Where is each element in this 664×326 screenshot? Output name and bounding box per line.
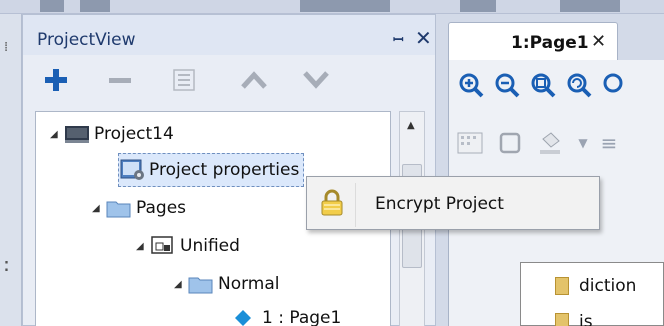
menu-item-encrypt-project[interactable]: Encrypt Project	[309, 179, 597, 227]
tree-item-label: Normal	[218, 274, 280, 294]
tree-item-label: 1 : Page1	[262, 308, 342, 326]
close-icon[interactable]: ✕	[591, 31, 606, 52]
list-item[interactable]: diction	[555, 273, 636, 299]
computer-icon	[64, 122, 94, 146]
tree-item-page1[interactable]: 1 : Page1	[232, 300, 341, 326]
toolbar-fragment	[40, 0, 64, 12]
rename-button[interactable]	[167, 63, 201, 97]
fill-color-icon[interactable]	[536, 130, 564, 156]
expand-triangle-icon[interactable]: ◢	[50, 129, 64, 140]
tab-label: 1:Page1	[511, 33, 589, 53]
pin-icon[interactable]: ꟷ	[393, 30, 404, 48]
grid-icon[interactable]	[456, 130, 484, 156]
expand-triangle-icon[interactable]: ◢	[136, 241, 150, 252]
plus-icon	[43, 67, 69, 93]
tree-item-unified[interactable]: ◢ Unified	[136, 228, 240, 264]
dropdown-arrow-icon[interactable]: ▼	[576, 130, 590, 156]
pane-header: ProjectView ꟷ ✕	[23, 15, 435, 55]
zoom-fit-icon[interactable]	[528, 70, 558, 100]
file-label: js	[579, 312, 593, 326]
list-item[interactable]: js	[555, 309, 593, 326]
toolbar-fragment	[80, 0, 110, 12]
context-menu: Encrypt Project	[306, 176, 600, 230]
tree-item-project-properties[interactable]: Project properties	[118, 153, 305, 187]
tree-item-label: Project14	[94, 124, 174, 144]
page-icon	[232, 306, 262, 326]
expand-triangle-icon[interactable]: ◢	[174, 279, 188, 290]
lock-icon	[319, 189, 345, 217]
rename-icon	[171, 67, 197, 93]
minus-icon	[107, 67, 133, 93]
expand-triangle-icon[interactable]: ◢	[92, 203, 106, 214]
chevron-up-icon	[240, 69, 268, 91]
scroll-up-icon[interactable]: ▲	[407, 120, 415, 131]
tree-item-label: Project properties	[149, 160, 300, 180]
folder-icon	[555, 313, 569, 326]
close-icon[interactable]: ✕	[415, 26, 432, 50]
toolbar-fragment	[300, 0, 390, 12]
drawing-toolbar: ▼ ≡	[456, 128, 618, 158]
toolbar-fragment	[460, 0, 496, 12]
folder-icon	[555, 277, 569, 295]
zoom-out-icon[interactable]	[492, 70, 522, 100]
move-down-button[interactable]	[299, 63, 333, 97]
zoom-refresh-icon[interactable]	[564, 70, 594, 100]
project-view-pane: ProjectView ꟷ ✕ ◢ Project14 Project prop…	[22, 14, 436, 326]
menu-item-label: Encrypt Project	[375, 194, 504, 214]
pane-title: ProjectView	[37, 30, 136, 50]
move-up-button[interactable]	[237, 63, 271, 97]
left-dock-strip[interactable]: ⁞ ⁚	[0, 14, 22, 326]
tree-item-pages[interactable]: ◢ Pages	[92, 190, 186, 226]
tab-page1[interactable]: 1:Page1 ✕	[448, 22, 618, 60]
dock-grip-icon[interactable]: ⁚	[4, 260, 9, 275]
menu-separator	[355, 183, 356, 227]
tree-item-project[interactable]: ◢ Project14	[50, 116, 174, 152]
folder-icon	[106, 196, 136, 220]
add-button[interactable]	[39, 63, 73, 97]
window-top-strip	[0, 0, 664, 14]
toolbar-fragment	[560, 0, 620, 12]
tree-item-label: Pages	[136, 198, 187, 218]
zoom-toolbar	[456, 70, 630, 106]
file-label: diction	[579, 276, 637, 296]
folder-icon	[188, 272, 218, 296]
project-toolbar	[23, 59, 435, 105]
resource-panel: diction js	[520, 262, 664, 326]
zoom-extra-icon[interactable]	[600, 70, 630, 100]
unified-pages-icon	[150, 234, 180, 258]
chevron-down-icon	[302, 69, 330, 91]
tree-item-label: Unified	[180, 236, 240, 256]
frame-icon[interactable]	[496, 130, 524, 156]
zoom-in-icon[interactable]	[456, 70, 486, 100]
properties-icon	[119, 158, 149, 182]
tree-item-normal[interactable]: ◢ Normal	[174, 266, 280, 302]
align-icon[interactable]: ≡	[601, 130, 618, 156]
dock-marker: ⁞	[4, 40, 9, 55]
remove-button[interactable]	[103, 63, 137, 97]
